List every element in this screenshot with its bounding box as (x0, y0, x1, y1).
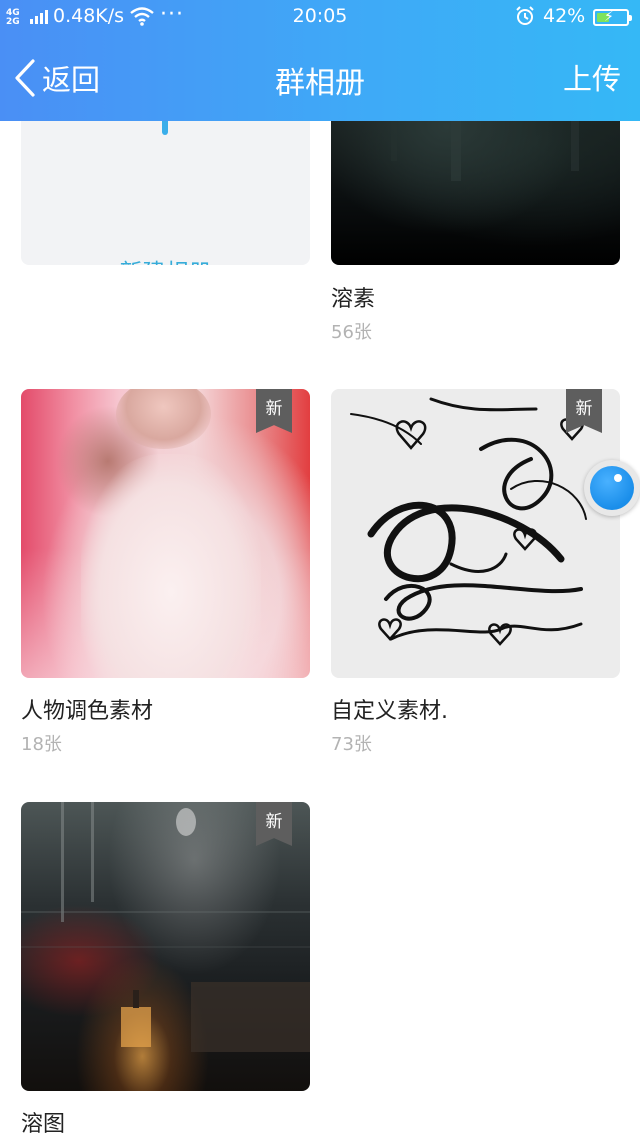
lake-cover-art (21, 802, 310, 1052)
app-header: 4G 2G 0.48K/s ··· 20:05 42% ⚡ 返回 群相册 上传 (0, 0, 640, 121)
alarm-icon (516, 6, 534, 25)
battery-icon: ⚡ (593, 9, 632, 26)
floating-assistant-button[interactable] (584, 460, 640, 516)
new-album-card[interactable]: 新建相册 (21, 121, 310, 265)
charging-bolt-icon: ⚡ (604, 9, 614, 25)
album-count: 18张 (21, 734, 62, 755)
page-title: 群相册 (275, 66, 365, 101)
album-count: 56张 (331, 322, 372, 343)
album-name[interactable]: 自定义素材. (331, 693, 448, 725)
album-cover[interactable]: 新 (331, 389, 620, 678)
nav-bar: 返回 群相册 上传 (0, 36, 640, 121)
status-bar: 4G 2G 0.48K/s ··· 20:05 42% ⚡ (0, 0, 640, 36)
album-name[interactable]: 溶素 (331, 281, 375, 313)
person-figure (81, 454, 261, 678)
plus-icon (162, 121, 168, 135)
album-grid[interactable]: 新建相册 溶素 56张 新 人物调色素材 18张 (0, 121, 640, 1138)
album-cover[interactable]: 新 (21, 389, 310, 678)
forest-cover-art (391, 121, 579, 181)
new-badge: 新 (256, 389, 292, 433)
swirl-sketch-art (350, 397, 587, 646)
album-count: 73张 (331, 734, 372, 755)
album-cover[interactable]: 新 (21, 802, 310, 1091)
album-name[interactable]: 人物调色素材 (21, 693, 153, 725)
new-album-label: 新建相册 (21, 253, 310, 265)
assistant-ball-icon (590, 466, 634, 510)
upload-button[interactable]: 上传 (563, 56, 621, 98)
battery-percent: 42% (543, 5, 586, 27)
album-name[interactable]: 溶图 (21, 1106, 65, 1138)
album-cover[interactable] (331, 121, 620, 265)
person-head (116, 389, 211, 449)
